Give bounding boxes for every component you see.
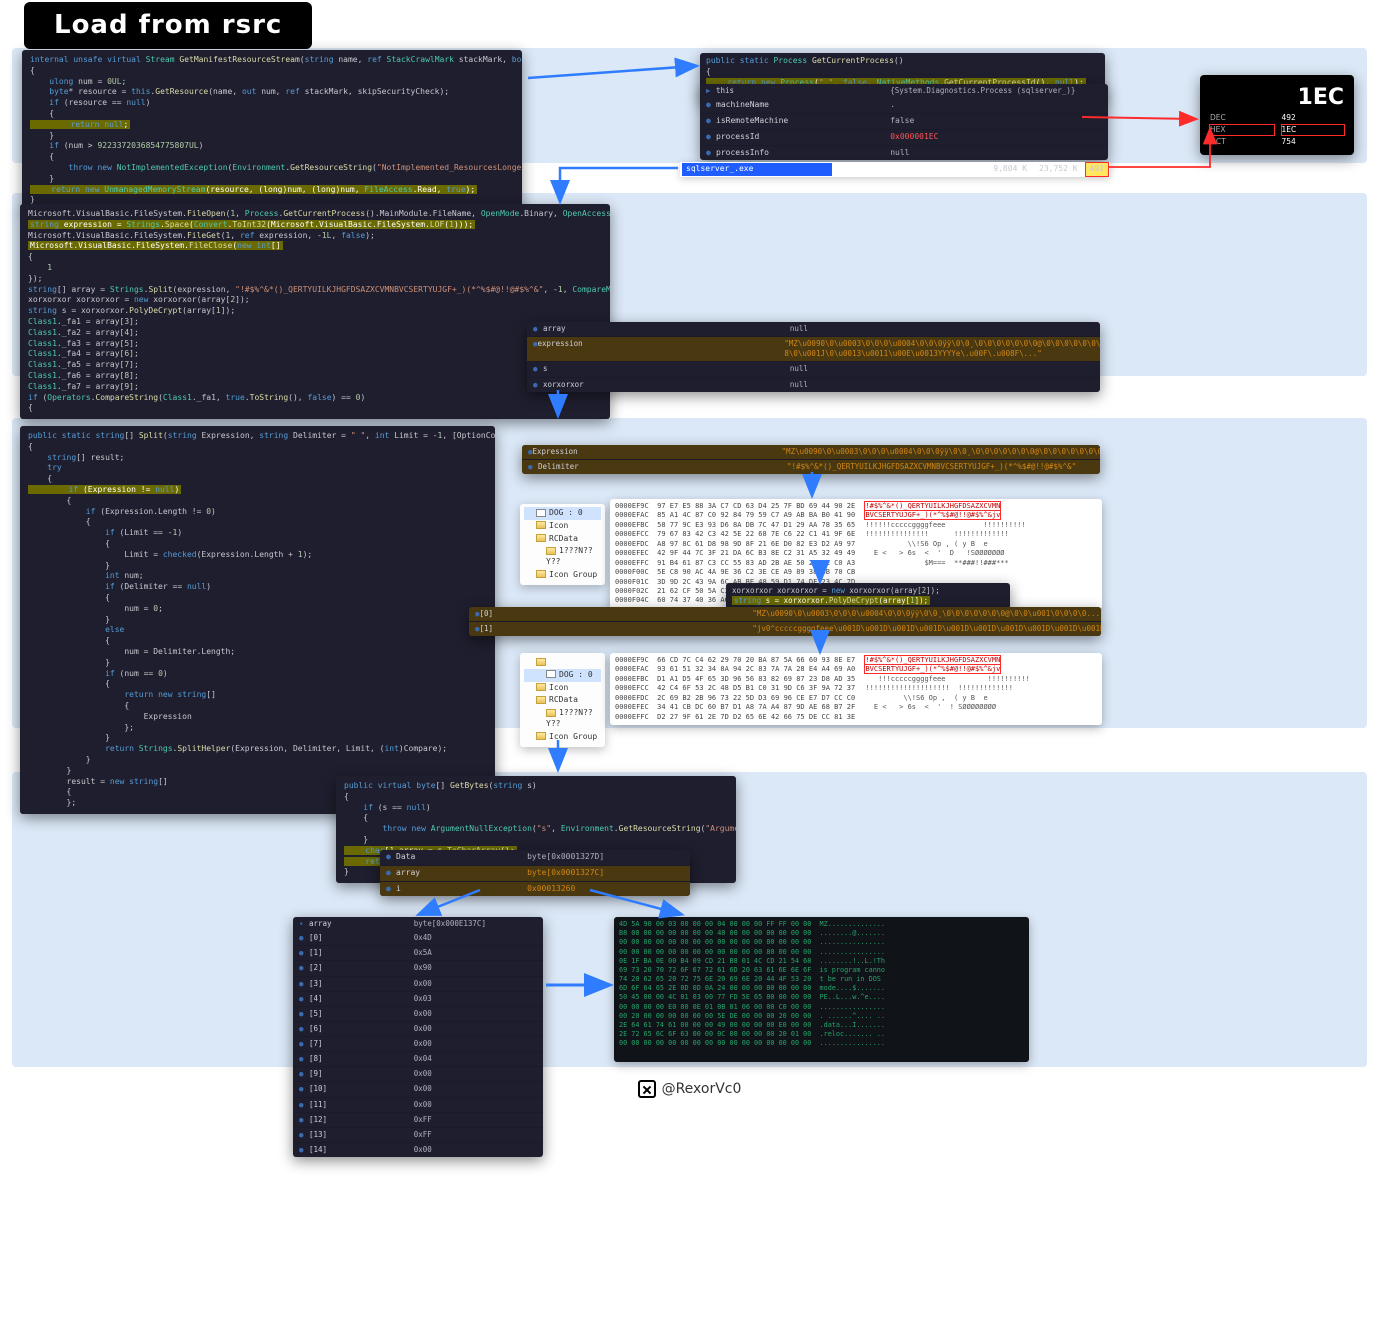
code-get-manifest-text: internal unsafe virtual Stream GetManife…: [30, 55, 514, 206]
calc-rows: DEC492HEX1ECOCT754: [1210, 113, 1344, 147]
code-xor-text: xorxorxor xorxorxor = new xorxorxor(arra…: [732, 586, 1004, 606]
watch-array: ▾arraybyte[0x000E137C] ●[0]0x4D●[1]0x5A●…: [293, 917, 543, 1157]
watch-bytes: ●Databyte[0x0001327D]●arraybyte[0x000132…: [380, 850, 690, 896]
code-split: public static string[] Split(string Expr…: [20, 426, 495, 814]
tm-mem: 9,804 K: [836, 163, 1031, 176]
title-chip: Load from rsrc: [24, 2, 312, 49]
code-get-manifest: internal unsafe virtual Stream GetManife…: [22, 50, 522, 211]
watch-xor: ●[0]"MZ\u0090\0\u0003\0\0\0\u0004\0\0\0ÿ…: [469, 607, 1101, 636]
watch-this-label: this: [716, 86, 890, 96]
tree-1[interactable]: DOG : 0IconRCData1???N??Y??Icon Group: [520, 504, 605, 585]
tm-ws: 23,752 K: [1035, 163, 1082, 176]
hex-panel-2: 0000EF9C 66 CD 7C C4 62 29 70 20 BA 87 5…: [610, 653, 1102, 725]
hex-pe-text: 4D 5A 90 00 03 00 00 00 04 00 00 00 FF F…: [619, 920, 1024, 1048]
watch-array-name: array: [309, 919, 414, 929]
hex-pe: 4D 5A 90 00 03 00 00 00 04 00 00 00 FF F…: [614, 917, 1029, 1062]
code-split-text: public static string[] Split(string Expr…: [28, 431, 487, 809]
watch-array-hdr: byte[0x000E137C]: [414, 919, 537, 929]
x-icon: [638, 1080, 656, 1098]
footer-handle: @RexorVc0: [662, 1081, 742, 1097]
code-xor: xorxorxor xorxorxor = new xorxorxor(arra…: [726, 583, 1010, 609]
tm-name: sqlserver_.exe: [682, 163, 832, 176]
calc-big-value: 1EC: [1210, 83, 1344, 113]
hex2-text: 0000EF9C 66 CD 7C C4 62 29 70 20 BA 87 5…: [615, 656, 1097, 722]
tm-pid: 492: [1086, 163, 1108, 176]
footer: @RexorVc0: [0, 1080, 1379, 1099]
title-text: Load from rsrc: [54, 10, 282, 40]
code-fileopen: Microsoft.VisualBasic.FileSystem.FileOpe…: [20, 204, 610, 419]
watch-fileopen: ●arraynull●expression"MZ\u0090\0\u0003\0…: [527, 322, 1100, 392]
calc-box: 1EC DEC492HEX1ECOCT754: [1200, 75, 1354, 155]
tree-2[interactable]: DOG : 0IconRCData1???N??Y??Icon Group: [520, 653, 605, 747]
code-fileopen-text: Microsoft.VisualBasic.FileSystem.FileOpe…: [28, 209, 602, 414]
taskmgr-row: sqlserver_.exe 9,804 K 23,752 K 492: [680, 162, 1110, 177]
watch-this-val: {System.Diagnostics.Process (sqlserver_)…: [890, 86, 1102, 96]
watch-process: ▶this{System.Diagnostics.Process (sqlser…: [700, 84, 1108, 160]
watch-split: ●Expression"MZ\u0090\0\u0003\0\0\0\u0004…: [522, 445, 1100, 474]
